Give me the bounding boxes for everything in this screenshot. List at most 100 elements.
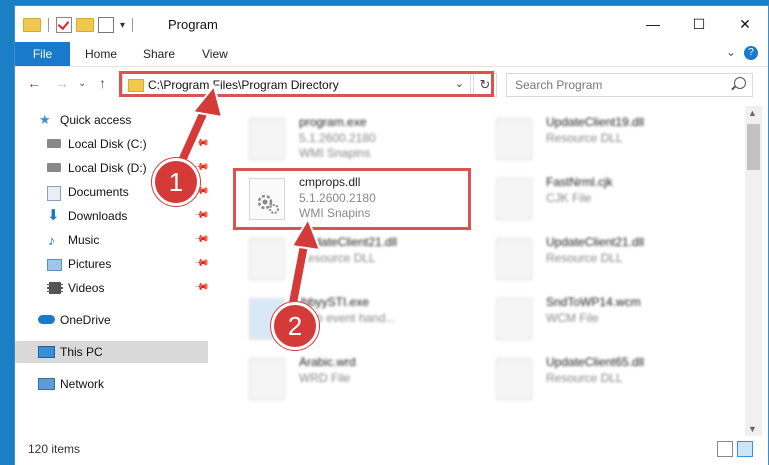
- pin-icon[interactable]: 📌: [193, 231, 210, 248]
- properties-check-icon[interactable]: [56, 17, 72, 33]
- sidebar-item-network[interactable]: Network: [15, 373, 208, 395]
- navigation-pane: ★ Quick access Local Disk (C:) 📌 Local D…: [15, 106, 210, 436]
- minimize-button[interactable]: —: [630, 6, 676, 42]
- music-icon: ♪: [48, 232, 55, 248]
- window-title: Program: [168, 17, 218, 32]
- scroll-up-icon[interactable]: ▲: [748, 108, 757, 118]
- sidebar-item-label: Network: [60, 377, 105, 391]
- dll-gear-icon: [496, 118, 532, 160]
- maximize-button[interactable]: ☐: [676, 6, 722, 42]
- pin-icon[interactable]: 📌: [193, 255, 210, 272]
- file-icon: [496, 298, 532, 340]
- sidebar-item-pictures[interactable]: Pictures 📌: [15, 253, 210, 275]
- list-item[interactable]: UpdateClient19.dll Resource DLL: [490, 112, 720, 168]
- close-button[interactable]: ✕: [722, 6, 768, 42]
- sidebar-item-quick-access[interactable]: ★ Quick access: [15, 109, 208, 131]
- sidebar-item-videos[interactable]: Videos 📌: [15, 277, 210, 299]
- scroll-down-icon[interactable]: ▼: [748, 424, 757, 434]
- vertical-scrollbar[interactable]: ▲ ▼: [745, 106, 762, 436]
- sidebar-item-label: Quick access: [60, 113, 132, 127]
- list-item[interactable]: SndToWP14.wcm WCM File: [490, 292, 720, 348]
- file-name: FastNrml.cjk: [546, 175, 613, 189]
- executable-icon: [249, 118, 285, 160]
- item-count: 120 items: [28, 442, 81, 456]
- callout-1: 1: [152, 158, 200, 206]
- tab-view[interactable]: View: [202, 42, 228, 66]
- file-name: UpdateClient21.dll: [546, 235, 645, 249]
- file-explorer-window: ▾ Program — ☐ ✕ File Home Share View ⌄ ?…: [15, 6, 768, 465]
- drive-icon: [47, 163, 61, 172]
- drive-icon: [47, 139, 61, 148]
- file-description: WMI Snapins: [299, 146, 371, 160]
- window-controls: — ☐ ✕: [630, 6, 768, 42]
- forward-button[interactable]: →: [55, 75, 69, 91]
- quick-access-toolbar: ▾: [23, 16, 136, 34]
- up-button[interactable]: ↑: [99, 75, 106, 91]
- file-name: UpdateClient19.dll: [546, 115, 645, 129]
- expand-ribbon-chevron-icon[interactable]: ⌄: [726, 45, 736, 59]
- list-item[interactable]: FastNrml.cjk CJK File: [490, 172, 720, 228]
- sidebar-item-label: OneDrive: [60, 313, 111, 327]
- sidebar-item-label: Music: [68, 233, 100, 247]
- file-type: WCM File: [546, 311, 599, 325]
- pin-icon[interactable]: 📌: [193, 207, 210, 224]
- sidebar-item-local-disk-c[interactable]: Local Disk (C:) 📌: [15, 133, 210, 155]
- pc-icon: [38, 346, 55, 358]
- download-icon: ⬇: [47, 207, 60, 224]
- sidebar-item-onedrive[interactable]: OneDrive: [15, 309, 208, 331]
- address-highlight-box: [119, 71, 494, 97]
- search-placeholder: Search Program: [515, 78, 603, 92]
- large-icons-view-icon[interactable]: [737, 441, 753, 457]
- list-item[interactable]: UpdateClient65.dll Resource DLL: [490, 352, 720, 408]
- callout-2: 2: [271, 302, 319, 350]
- properties-icon[interactable]: [98, 17, 114, 33]
- search-icon[interactable]: [734, 77, 746, 89]
- pin-icon[interactable]: 📌: [193, 135, 210, 152]
- title-bar: ▾ Program — ☐ ✕: [15, 6, 768, 42]
- dll-gear-icon: [249, 238, 285, 280]
- sidebar-item-label: Local Disk (D:): [68, 161, 147, 175]
- dll-gear-icon: [496, 238, 532, 280]
- tab-file[interactable]: File: [15, 42, 70, 66]
- list-item[interactable]: UpdateClient21.dll Resource DLL: [490, 232, 720, 288]
- sidebar-item-label: Downloads: [68, 209, 128, 223]
- list-item[interactable]: Arabic.wrd WRD File: [243, 352, 473, 408]
- list-item[interactable]: UpdateClient21.dll Resource DLL: [243, 232, 473, 288]
- sidebar-item-music[interactable]: ♪ Music 📌: [15, 229, 210, 251]
- file-icon: [496, 178, 532, 220]
- file-name: UpdateClient21.dll: [299, 235, 398, 249]
- file-name: UpdateClient65.dll: [546, 355, 645, 369]
- file-type: Resource DLL: [299, 251, 376, 265]
- pictures-icon: [47, 259, 62, 271]
- sidebar-item-label: Local Disk (C:): [68, 137, 147, 151]
- sidebar-item-this-pc[interactable]: This PC: [15, 341, 208, 363]
- dll-gear-icon: [496, 358, 532, 400]
- list-item[interactable]: program.exe 5.1.2600.2180 WMI Snapins: [243, 112, 473, 168]
- file-name: program.exe: [299, 115, 367, 129]
- sidebar-item-label: This PC: [60, 345, 103, 359]
- new-folder-icon[interactable]: [76, 18, 94, 32]
- help-icon[interactable]: ?: [744, 46, 758, 60]
- pin-icon[interactable]: 📌: [193, 279, 210, 296]
- details-view-icon[interactable]: [717, 441, 733, 457]
- back-button[interactable]: ←: [27, 75, 41, 91]
- file-highlight-box: [233, 168, 471, 230]
- file-icon: [249, 358, 285, 400]
- tab-share[interactable]: Share: [143, 42, 175, 66]
- file-version: 5.1.2600.2180: [299, 131, 376, 145]
- star-icon: ★: [39, 112, 51, 127]
- cloud-icon: [38, 315, 55, 324]
- file-name: Arabic.wrd: [299, 355, 356, 369]
- file-list: program.exe 5.1.2600.2180 WMI Snapins cm…: [225, 106, 745, 436]
- search-input[interactable]: Search Program: [506, 73, 753, 97]
- customize-toolbar-chevron-icon[interactable]: ▾: [120, 20, 125, 31]
- sidebar-item-downloads[interactable]: ⬇ Downloads 📌: [15, 205, 210, 227]
- recent-locations-chevron-icon[interactable]: ⌄: [78, 78, 86, 89]
- sidebar-item-label: Videos: [68, 281, 105, 295]
- toolbar-divider: [48, 18, 49, 32]
- scroll-thumb[interactable]: [747, 124, 760, 170]
- tab-home[interactable]: Home: [85, 42, 117, 66]
- status-bar: 120 items: [15, 436, 768, 465]
- navigation-bar: ← → ⌄ ↑ C:\Program Files\Program Directo…: [15, 67, 768, 101]
- network-icon: [38, 378, 55, 390]
